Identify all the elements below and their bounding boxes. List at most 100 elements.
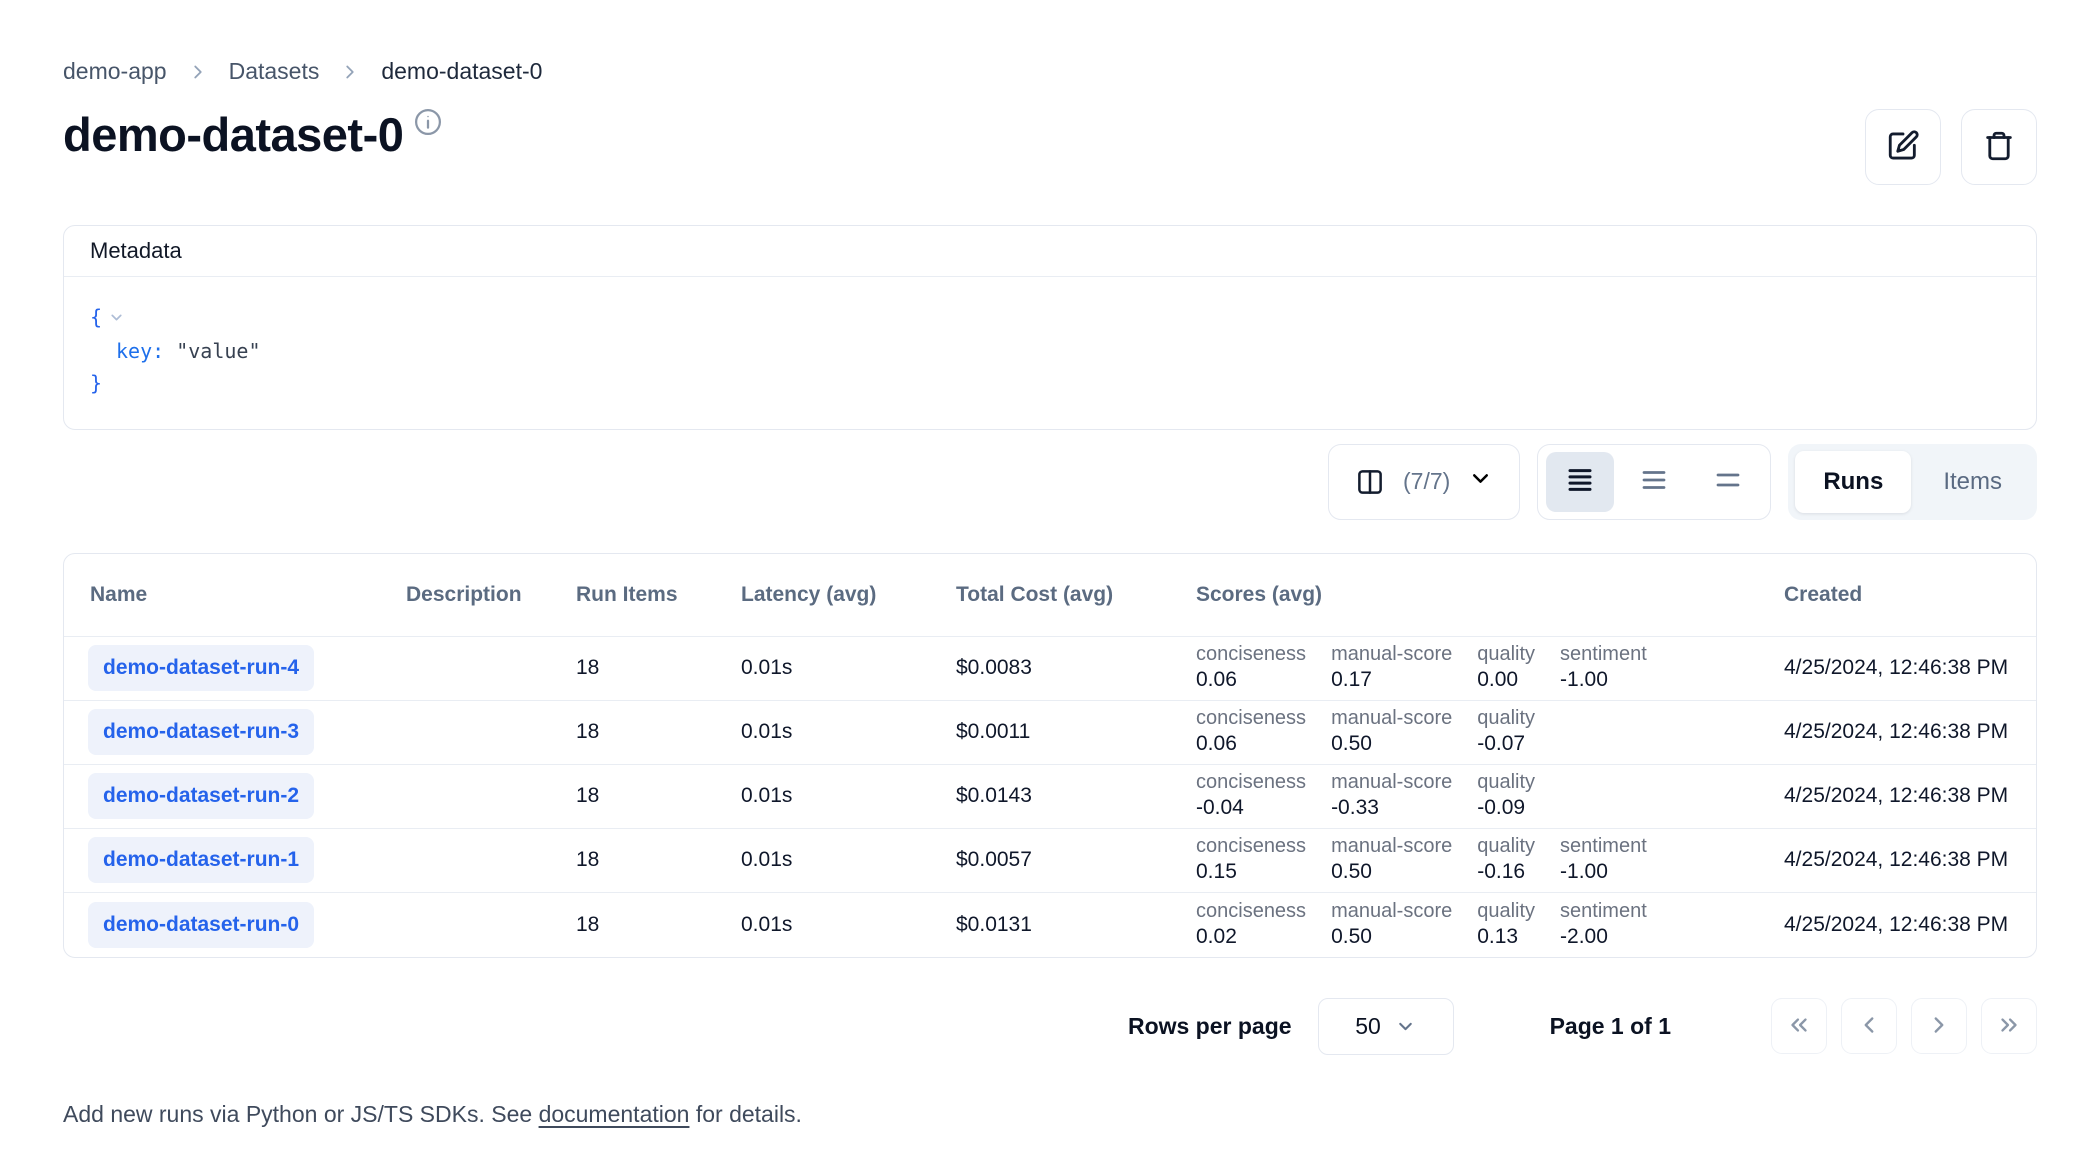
score-value: -0.09 (1477, 796, 1535, 820)
rows-dense-icon (1565, 465, 1595, 498)
score-label: manual-score (1331, 643, 1452, 666)
run-name-link[interactable]: demo-dataset-run-2 (88, 773, 314, 819)
sdk-hint-before: Add new runs via Python or JS/TS SDKs. S… (63, 1101, 539, 1127)
run-name-link[interactable]: demo-dataset-run-1 (88, 837, 314, 883)
sdk-hint-text: Add new runs via Python or JS/TS SDKs. S… (63, 1101, 2037, 1128)
cell-run-items: 18 (564, 784, 729, 808)
cell-latency: 0.01s (729, 656, 944, 680)
score-label: conciseness (1196, 707, 1306, 730)
documentation-link[interactable]: documentation (539, 1101, 690, 1127)
first-page-button[interactable] (1771, 998, 1827, 1054)
tab-items[interactable]: Items (1915, 451, 2030, 513)
column-count-label: (7/7) (1403, 468, 1450, 495)
column-header-name: Name (64, 583, 394, 607)
chevron-right-icon (339, 61, 361, 83)
score-label: quality (1477, 643, 1535, 666)
previous-page-button[interactable] (1841, 998, 1897, 1054)
row-height-medium-button[interactable] (1620, 452, 1688, 512)
cell-latency: 0.01s (729, 720, 944, 744)
score-label: sentiment (1560, 900, 1647, 923)
table-row[interactable]: demo-dataset-run-0 18 0.01s $0.0131 conc… (64, 893, 2036, 957)
chevron-right-icon (187, 61, 209, 83)
cell-total-cost: $0.0011 (944, 720, 1184, 744)
cell-created: 4/25/2024, 12:46:38 PM (1772, 720, 2036, 744)
score-value: 0.06 (1196, 668, 1306, 692)
next-page-button[interactable] (1911, 998, 1967, 1054)
chevron-down-icon[interactable] (108, 307, 125, 331)
runs-table: Name Description Run Items Latency (avg)… (63, 553, 2037, 958)
score-chip: conciseness 0.06 (1196, 707, 1306, 756)
score-value: 0.50 (1331, 925, 1452, 949)
columns-icon (1355, 467, 1385, 497)
column-header-created: Created (1772, 583, 2036, 607)
table-row[interactable]: demo-dataset-run-4 18 0.01s $0.0083 conc… (64, 637, 2036, 701)
last-page-button[interactable] (1981, 998, 2037, 1054)
edit-icon (1886, 129, 1920, 166)
edit-dataset-button[interactable] (1865, 109, 1941, 185)
page-status: Page 1 of 1 (1550, 1013, 1671, 1040)
score-chip: quality 0.13 (1477, 900, 1535, 949)
score-value: 0.50 (1331, 860, 1452, 884)
table-toolbar: (7/7) Runs Ite (63, 444, 2037, 520)
run-name-link[interactable]: demo-dataset-run-3 (88, 709, 314, 755)
score-label: manual-score (1331, 707, 1452, 730)
score-chip: conciseness 0.02 (1196, 900, 1306, 949)
cell-latency: 0.01s (729, 784, 944, 808)
chevron-down-icon (1468, 466, 1493, 497)
score-chip: quality 0.00 (1477, 643, 1535, 692)
view-tabs: Runs Items (1788, 444, 2037, 520)
cell-run-items: 18 (564, 720, 729, 744)
chevrons-left-icon (1786, 1012, 1812, 1041)
score-label: quality (1477, 771, 1535, 794)
cell-total-cost: $0.0131 (944, 913, 1184, 937)
json-line-open: { (90, 301, 2010, 335)
score-chip: manual-score 0.50 (1331, 900, 1452, 949)
column-header-run-items: Run Items (564, 583, 729, 607)
score-chip: conciseness 0.15 (1196, 835, 1306, 884)
row-height-dense-button[interactable] (1546, 452, 1614, 512)
score-chip: quality -0.07 (1477, 707, 1535, 756)
chevrons-right-icon (1996, 1012, 2022, 1041)
scores-cell: conciseness 0.02 manual-score 0.50 quali… (1184, 900, 1772, 949)
score-label: sentiment (1560, 643, 1647, 666)
score-value: -0.16 (1477, 860, 1535, 884)
cell-created: 4/25/2024, 12:46:38 PM (1772, 913, 2036, 937)
info-icon[interactable] (413, 107, 443, 142)
table-row[interactable]: demo-dataset-run-2 18 0.01s $0.0143 conc… (64, 765, 2036, 829)
dataset-detail-page: demo-app Datasets demo-dataset-0 demo-da… (0, 0, 2100, 1128)
score-label: manual-score (1331, 771, 1452, 794)
table-row[interactable]: demo-dataset-run-1 18 0.01s $0.0057 conc… (64, 829, 2036, 893)
score-chip: conciseness -0.04 (1196, 771, 1306, 820)
score-label: conciseness (1196, 900, 1306, 923)
score-chip: manual-score -0.33 (1331, 771, 1452, 820)
table-row[interactable]: demo-dataset-run-3 18 0.01s $0.0011 conc… (64, 701, 2036, 765)
page-header: demo-dataset-0 (63, 109, 2037, 187)
json-line-close: } (90, 367, 2010, 399)
run-name-link[interactable]: demo-dataset-run-4 (88, 645, 314, 691)
score-value: -0.07 (1477, 732, 1535, 756)
header-actions (1865, 109, 2037, 185)
cell-latency: 0.01s (729, 848, 944, 872)
column-header-latency: Latency (avg) (729, 583, 944, 607)
score-value: -0.04 (1196, 796, 1306, 820)
chevron-left-icon (1856, 1012, 1882, 1041)
cell-created: 4/25/2024, 12:46:38 PM (1772, 784, 2036, 808)
rows-per-page-select[interactable]: 50 (1318, 998, 1454, 1055)
score-value: 0.17 (1331, 668, 1452, 692)
score-label: quality (1477, 835, 1535, 858)
rows-per-page-label: Rows per page (1128, 1013, 1292, 1040)
score-label: conciseness (1196, 643, 1306, 666)
tab-runs[interactable]: Runs (1795, 451, 1911, 513)
chevron-down-icon (1395, 1016, 1416, 1037)
delete-dataset-button[interactable] (1961, 109, 2037, 185)
table-header-row: Name Description Run Items Latency (avg)… (64, 554, 2036, 637)
run-name-link[interactable]: demo-dataset-run-0 (88, 902, 314, 948)
column-header-scores: Scores (avg) (1184, 583, 1772, 607)
breadcrumb-item-project[interactable]: demo-app (63, 58, 167, 85)
breadcrumb-item-datasets[interactable]: Datasets (229, 58, 320, 85)
row-height-tall-button[interactable] (1694, 452, 1762, 512)
score-label: quality (1477, 707, 1535, 730)
score-chip: sentiment -1.00 (1560, 835, 1647, 884)
score-value: 0.13 (1477, 925, 1535, 949)
column-visibility-button[interactable]: (7/7) (1328, 444, 1520, 520)
